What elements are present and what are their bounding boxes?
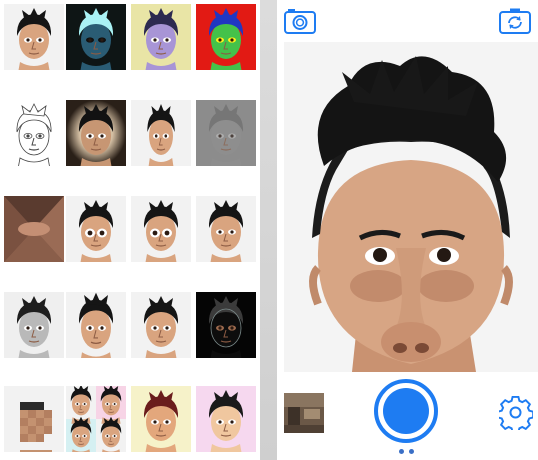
photo-thumbnail-image bbox=[284, 393, 324, 433]
page-dot bbox=[399, 449, 404, 454]
filter-preview-image bbox=[131, 386, 191, 452]
filter-preview-image bbox=[131, 292, 191, 358]
split-divider bbox=[260, 0, 277, 460]
filter-thumbnail-pop-tint[interactable] bbox=[196, 386, 256, 452]
switch-camera-button[interactable] bbox=[498, 6, 532, 36]
filter-thumbnail-squeeze[interactable] bbox=[131, 100, 191, 166]
filter-thumbnail-vignette[interactable] bbox=[66, 100, 126, 166]
filter-thumbnail-wide-eyes[interactable] bbox=[131, 196, 191, 262]
filter-thumbnail-bulge[interactable] bbox=[131, 292, 191, 358]
filter-thumbnail-glow-edges[interactable] bbox=[196, 292, 256, 358]
filter-thumbnail-big-eyes[interactable] bbox=[66, 196, 126, 262]
settings-button[interactable] bbox=[499, 396, 533, 430]
filter-preview-image bbox=[131, 4, 191, 70]
filter-preview-image bbox=[196, 386, 256, 452]
filter-preview-image bbox=[196, 4, 256, 70]
filter-preview-image bbox=[66, 386, 126, 452]
filter-thumbnail-negative[interactable] bbox=[66, 4, 126, 70]
filter-preview-image bbox=[66, 292, 126, 358]
filter-preview-image bbox=[4, 386, 64, 452]
filter-thumbnail-sketch[interactable] bbox=[4, 100, 64, 166]
page-indicator bbox=[399, 449, 419, 455]
filter-preview-image bbox=[66, 4, 126, 70]
filter-preview-image bbox=[196, 196, 256, 262]
filter-thumbnail-stretch[interactable] bbox=[66, 292, 126, 358]
filter-thumbnail-grayscale[interactable] bbox=[4, 292, 64, 358]
shutter-button[interactable] bbox=[374, 379, 438, 443]
camera-button[interactable] bbox=[283, 6, 317, 36]
camera-panel bbox=[277, 0, 538, 460]
filter-thumbnail-quad-grid[interactable] bbox=[66, 386, 126, 452]
face-preview-image bbox=[284, 42, 538, 372]
camera-preview[interactable] bbox=[284, 42, 538, 372]
last-photo-thumbnail[interactable] bbox=[284, 393, 324, 433]
filter-preview-image bbox=[4, 100, 64, 166]
filter-thumbnail-thermal[interactable] bbox=[196, 4, 256, 70]
filter-grid-panel bbox=[0, 0, 260, 460]
gear-icon bbox=[499, 396, 533, 430]
page-dot bbox=[409, 449, 414, 454]
filter-thumbnail-pixelate[interactable] bbox=[4, 386, 64, 452]
filter-thumbnail-original[interactable] bbox=[4, 4, 64, 70]
filter-preview-image bbox=[4, 292, 64, 358]
filter-preview-image bbox=[196, 292, 256, 358]
filter-preview-image bbox=[131, 196, 191, 262]
filter-preview-image bbox=[196, 100, 256, 166]
filter-thumbnail-tunnel[interactable] bbox=[4, 196, 64, 262]
filter-thumbnail-emboss[interactable] bbox=[196, 100, 256, 166]
filter-preview-image bbox=[131, 100, 191, 166]
filter-thumbnail-warm-tint[interactable] bbox=[131, 386, 191, 452]
filter-preview-image bbox=[66, 100, 126, 166]
filter-preview-image bbox=[4, 4, 64, 70]
camera-icon bbox=[284, 9, 316, 34]
filter-thumbnail-pinch[interactable] bbox=[196, 196, 256, 262]
switch-camera-icon bbox=[499, 8, 531, 34]
filter-thumbnail-posterize[interactable] bbox=[131, 4, 191, 70]
filter-preview-image bbox=[66, 196, 126, 262]
shutter-icon bbox=[383, 388, 429, 434]
filter-preview-image bbox=[4, 196, 64, 262]
